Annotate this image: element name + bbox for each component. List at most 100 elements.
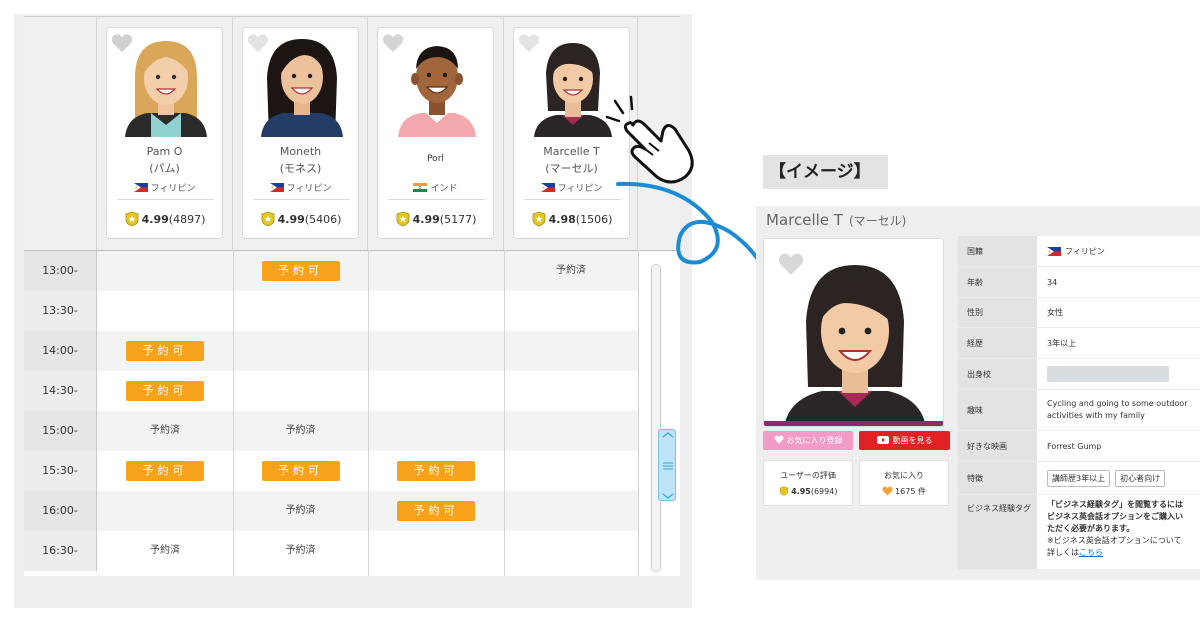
philippines-flag-icon <box>269 183 284 192</box>
feature-tag[interactable]: 初心者向け <box>1115 469 1166 487</box>
header-corner <box>24 17 97 250</box>
add-favorite-button[interactable]: お気に入り登録 <box>763 431 853 450</box>
time-slot-row: 15:30- 予約可 予約可 予約可 <box>24 451 638 491</box>
philippines-flag-icon <box>1047 246 1061 256</box>
favorites-value: 1675 件 <box>860 486 948 497</box>
rating-star-icon <box>125 211 139 227</box>
detail-row-career: 経歴 3年以上 <box>958 328 1200 359</box>
rating-value: 4.99 <box>277 213 305 226</box>
scrollbar-track[interactable] <box>651 264 661 572</box>
watch-video-button[interactable]: 動画を見る <box>859 431 950 450</box>
teacher-rating: 4.98(1506) <box>514 211 629 227</box>
favorites-count: 1675 件 <box>895 487 926 496</box>
detail-label: 国籍 <box>958 236 1037 266</box>
teacher-profile-panel: Marcelle T (マーセル) お気に入り登録 動画を見る ユーザーの評価 4… <box>756 206 1200 580</box>
biz-line: 「ビジネス経験タグ」を閲覧するには <box>1047 500 1183 509</box>
heart-icon[interactable] <box>778 252 804 276</box>
heart-icon[interactable] <box>382 33 404 53</box>
heart-icon[interactable] <box>111 33 133 53</box>
time-slot-row: 13:00- 予約可 予約済 <box>24 251 638 291</box>
image-label: 【イメージ】 <box>763 155 888 189</box>
youtube-icon <box>876 436 889 444</box>
review-count: (4897) <box>168 213 206 226</box>
watch-video-label: 動画を見る <box>892 436 933 445</box>
detail-label: 好きな映画 <box>958 431 1037 461</box>
add-favorite-label: お気に入り登録 <box>786 436 843 445</box>
teacher-country: インド <box>378 181 493 194</box>
favorites-box: お気に入り 1675 件 <box>859 460 949 506</box>
booked-status: 予約済 <box>556 265 586 276</box>
user-rating-box: ユーザーの評価 4.95(6994) <box>763 460 853 506</box>
review-count: (5177) <box>439 213 477 226</box>
detail-value: 3年以上 <box>1037 328 1200 358</box>
profile-photo <box>763 238 944 427</box>
book-slot-button[interactable]: 予約可 <box>261 461 340 481</box>
detail-label: 年齢 <box>958 267 1037 297</box>
book-slot-button[interactable]: 予約可 <box>397 461 475 481</box>
detail-label: 趣味 <box>958 390 1037 430</box>
detail-value: Forrest Gump <box>1037 431 1200 461</box>
profile-details-table: 国籍 フィリピン 年齢 34 性別 女性 経歴 3年以上 出身校 趣味 Cycl… <box>958 236 1200 570</box>
detail-label: ビジネス経験タグ <box>958 495 1037 569</box>
detail-row-business: ビジネス経験タグ 「ビジネス経験タグ」を閲覧するには ビジネス英会話オプションを… <box>958 495 1200 570</box>
teacher-name-kana: (パム) <box>149 162 180 175</box>
teacher-card[interactable]: Moneth (モネス) フィリピン 4.99(5406) <box>242 27 359 239</box>
rating-star-icon <box>261 211 275 227</box>
booked-status: 予約済 <box>150 425 180 436</box>
detail-value: 講師歴3年以上 初心者向け <box>1037 462 1200 494</box>
rating-star-icon <box>532 211 546 227</box>
teacher-name[interactable]: Moneth <box>243 145 358 158</box>
profile-title: Marcelle T (マーセル) <box>766 211 906 229</box>
country-label: フィリピン <box>150 184 196 194</box>
detail-label: 経歴 <box>958 328 1037 358</box>
time-label: 16:00- <box>24 491 97 531</box>
detail-label: 特徴 <box>958 462 1037 494</box>
schedule-table: Pam O (パム) フィリピン 4.99 (4897) Moneth (モネス)… <box>24 16 680 576</box>
schedule-panel: Pam O (パム) フィリピン 4.99 (4897) Moneth (モネス)… <box>14 14 692 608</box>
biz-line: ただく必要があります。 <box>1047 524 1135 533</box>
time-slot-row: 14:00- 予約可 <box>24 331 638 371</box>
india-flag-icon <box>413 183 428 192</box>
time-slot-row: 16:00- 予約済 予約可 <box>24 491 638 531</box>
teacher-country: フィリピン <box>243 181 358 194</box>
heart-icon[interactable] <box>518 33 540 53</box>
booked-status: 予約済 <box>285 505 316 516</box>
favorites-title: お気に入り <box>884 471 924 480</box>
time-label: 13:30- <box>24 291 97 331</box>
country-label: インド <box>430 184 458 194</box>
heart-icon[interactable] <box>247 33 269 53</box>
time-label: 15:30- <box>24 451 97 491</box>
scrollbar-thumb[interactable] <box>658 429 676 501</box>
divider <box>524 199 621 200</box>
book-slot-button[interactable]: 予約可 <box>397 501 475 521</box>
biz-line: 詳しくは <box>1047 548 1079 557</box>
book-slot-button[interactable]: 予約可 <box>126 461 204 481</box>
biz-line: ビジネス英会話オプションをご購入い <box>1047 512 1183 521</box>
booked-status: 予約済 <box>285 425 316 436</box>
divider <box>117 199 214 200</box>
detail-row-movie: 好きな映画 Forrest Gump <box>958 431 1200 462</box>
user-rating-value: 4.95(6994) <box>764 486 852 496</box>
teacher-card[interactable]: Pam O (パム) フィリピン 4.99(4897) <box>106 27 223 239</box>
book-slot-button[interactable]: 予約可 <box>126 381 204 401</box>
book-slot-button[interactable]: 予約可 <box>261 261 340 281</box>
teacher-card[interactable]: Porl インド 4.99(5177) <box>377 27 494 239</box>
time-slot-row: 14:30- 予約可 <box>24 371 638 411</box>
teacher-name[interactable]: Porl <box>378 154 493 164</box>
detail-value: 女性 <box>1037 298 1200 327</box>
time-label: 16:30- <box>24 531 97 571</box>
details-link[interactable]: こちら <box>1079 548 1103 557</box>
feature-tag[interactable]: 講師歴3年以上 <box>1047 469 1111 487</box>
rating-value: 4.98 <box>548 213 576 226</box>
teacher-name[interactable]: Pam O <box>107 145 222 158</box>
scroll-grip-icon <box>662 432 674 499</box>
teacher-rating: 4.99(5406) <box>243 211 358 227</box>
detail-value <box>1037 359 1200 389</box>
book-slot-button[interactable]: 予約可 <box>126 341 204 361</box>
time-slot-grid: 13:00- 予約可 予約済 13:30- 14:00- 予約可 14:30- 予約可 15:0… <box>24 250 680 576</box>
review-count: (1506) <box>575 213 613 226</box>
detail-row-hobby: 趣味 Cycling and going to some outdoor act… <box>958 390 1200 431</box>
time-label: 13:00- <box>24 251 97 291</box>
teacher-name-kana: (モネス) <box>279 162 322 175</box>
time-label: 14:00- <box>24 331 97 371</box>
